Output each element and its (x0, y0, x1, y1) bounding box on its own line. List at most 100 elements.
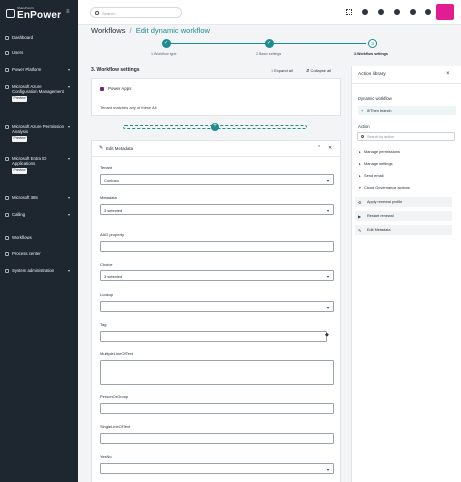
step-1-indicator[interactable]: ✓ (162, 39, 171, 48)
choice-label: Choice (100, 262, 113, 267)
sidebar-item-text: Microsoft Azure Permission Analysis Prev… (12, 124, 66, 143)
breadcrumb-workflows-link[interactable]: Workflows (91, 26, 125, 35)
chevron-down-icon: ▾ (68, 156, 71, 161)
add-step-button[interactable]: + (211, 123, 219, 131)
metadata-value: 3 selected (104, 208, 123, 213)
step-number: 3 (371, 41, 374, 46)
group-manage-settings[interactable]: ▸ Manage settings (359, 161, 393, 166)
settings-wheel-icon[interactable] (378, 9, 384, 15)
brand-logo[interactable]: SharePoint's EnPower (4, 3, 62, 23)
group-send-email[interactable]: ▸ Send email (359, 173, 383, 178)
gear-icon[interactable] (425, 9, 431, 15)
tag-label: Tag (100, 322, 107, 327)
sidebar-item-label: Microsoft Entra ID Applications (12, 156, 47, 167)
power-apps-icon (100, 87, 104, 91)
choice-select[interactable]: 3 selected ▾ (100, 270, 334, 281)
expand-all-label: Expand all (274, 67, 293, 73)
power-platform-icon (5, 68, 9, 72)
dynamic-workflow-label: Dynamic workflow (358, 96, 392, 101)
sidebar-item-label: Microsoft 365 (12, 195, 38, 200)
calling-icon (5, 213, 9, 217)
entra-id-icon (5, 157, 9, 161)
sidebar-item-label: Dashboard (12, 35, 34, 40)
support-icon[interactable] (394, 9, 400, 15)
if-then-branch-item[interactable]: ⑂ If/Then branch (358, 106, 456, 115)
action-search-input[interactable]: Search by action (357, 132, 455, 141)
collapse-card-icon[interactable]: ⌃ (317, 145, 321, 151)
collapse-all-button[interactable]: ⇵ Collapse all (306, 68, 331, 73)
metadata-select[interactable]: 3 selected ▾ (100, 204, 334, 215)
brand-name: EnPower (17, 10, 62, 21)
metadata-label: Metadata (100, 195, 117, 200)
preview-badge: Preview (12, 135, 28, 143)
tag-icon[interactable]: ◆ (325, 332, 329, 338)
tenant-select[interactable]: Contoso ▾ (100, 174, 334, 185)
group-label: Manage settings (364, 161, 393, 166)
workflow-stepper: ✓ ✓ 3 1.Workflow type 2.Basic settings 3… (120, 38, 396, 60)
close-icon[interactable]: × (446, 71, 450, 77)
step-1-label: 1.Workflow type (151, 52, 177, 56)
group-manage-permissions[interactable]: ▸ Manage permissions (359, 149, 400, 154)
step-2-label: 2.Basic settings (256, 52, 282, 56)
search-placeholder: Search... (102, 11, 119, 16)
avatar[interactable] (436, 4, 454, 20)
collapse-all-label: Collapse all (310, 67, 332, 73)
check-icon: ✓ (267, 39, 272, 46)
action-label: Action (358, 124, 370, 129)
sidebar-item-label: Microsoft Azure Configuration Management (12, 84, 64, 95)
preview-badge: Preview (12, 167, 28, 175)
action-search-placeholder: Search by action (367, 135, 394, 140)
help-icon[interactable] (410, 9, 416, 15)
step-2-indicator[interactable]: ✓ (265, 39, 274, 48)
trigger-condition: Tenant matches any of these All (100, 105, 157, 110)
sidebar: SharePoint's EnPower ≡ Dashboard Users P… (0, 0, 78, 482)
global-search-input[interactable]: Search... (90, 7, 182, 18)
chevron-down-icon: ▾ (68, 268, 71, 273)
search-icon (361, 135, 364, 138)
sidebar-item-label: Microsoft Azure Permission Analysis (12, 124, 65, 135)
multiline-textarea[interactable] (100, 360, 334, 385)
apps-grid-icon[interactable] (346, 9, 352, 15)
group-label: Manage permissions (364, 149, 400, 154)
sidebar-item-label: Calling (12, 212, 26, 217)
chevron-down-icon: ▾ (68, 195, 71, 200)
chevron-down-icon: ▾ (68, 84, 71, 89)
dashboard-icon (5, 36, 9, 40)
choice-value: 3 selected (104, 274, 123, 279)
person-or-group-input[interactable] (100, 403, 334, 414)
breadcrumb-separator: / (129, 26, 132, 35)
lookup-select[interactable]: ▾ (100, 301, 334, 312)
action-restart-renewal[interactable]: ▶ Restart renewal (355, 211, 452, 221)
group-cloud-governance-actions[interactable]: ▾ Cloud Governance actions (359, 185, 410, 190)
status-icon[interactable] (362, 9, 368, 15)
edit-icon: ✎ (99, 145, 104, 151)
chevron-down-icon: ▾ (326, 304, 329, 310)
power-apps-title: Power Apps (108, 86, 132, 91)
chevron-down-icon: ▾ (326, 466, 329, 472)
microsoft-365-icon (5, 196, 9, 200)
tag-input[interactable] (100, 331, 327, 342)
action-edit-metadata[interactable]: ✎ Edit Metadata (355, 225, 452, 235)
process-center-icon (5, 252, 9, 256)
logo-mark-icon (6, 9, 15, 18)
azure-config-icon (5, 85, 9, 89)
aad-property-label: AAD property (100, 232, 125, 237)
collapse-menu-icon[interactable]: ≡ (66, 9, 70, 15)
action-apply-renewal-profile[interactable]: ⚙ Apply renewal profile (355, 197, 452, 207)
preview-badge: Preview (12, 95, 28, 103)
single-line-input[interactable] (100, 433, 334, 444)
sidebar-item-label: Users (12, 50, 24, 55)
power-apps-trigger-card[interactable]: Power Apps Tenant matches any of these A… (91, 78, 341, 116)
section-title: 3. Workflow settings (91, 67, 140, 73)
sidebar-item-label: Process center (12, 251, 41, 256)
tenant-value: Contoso (104, 178, 119, 183)
sidebar-item-label: System administration (12, 268, 55, 273)
system-admin-icon (5, 269, 9, 273)
expand-all-button[interactable]: ↕ Expand all (271, 68, 293, 73)
aad-property-input[interactable] (100, 241, 334, 252)
breadcrumb: Workflows / Edit dynamic workflow (91, 26, 210, 35)
workflows-icon (5, 236, 9, 240)
close-icon[interactable]: ✕ (328, 145, 332, 151)
sidebar-item-text: Microsoft Entra ID Applications Preview (12, 156, 66, 175)
yes-no-select[interactable]: ▾ (100, 463, 334, 474)
